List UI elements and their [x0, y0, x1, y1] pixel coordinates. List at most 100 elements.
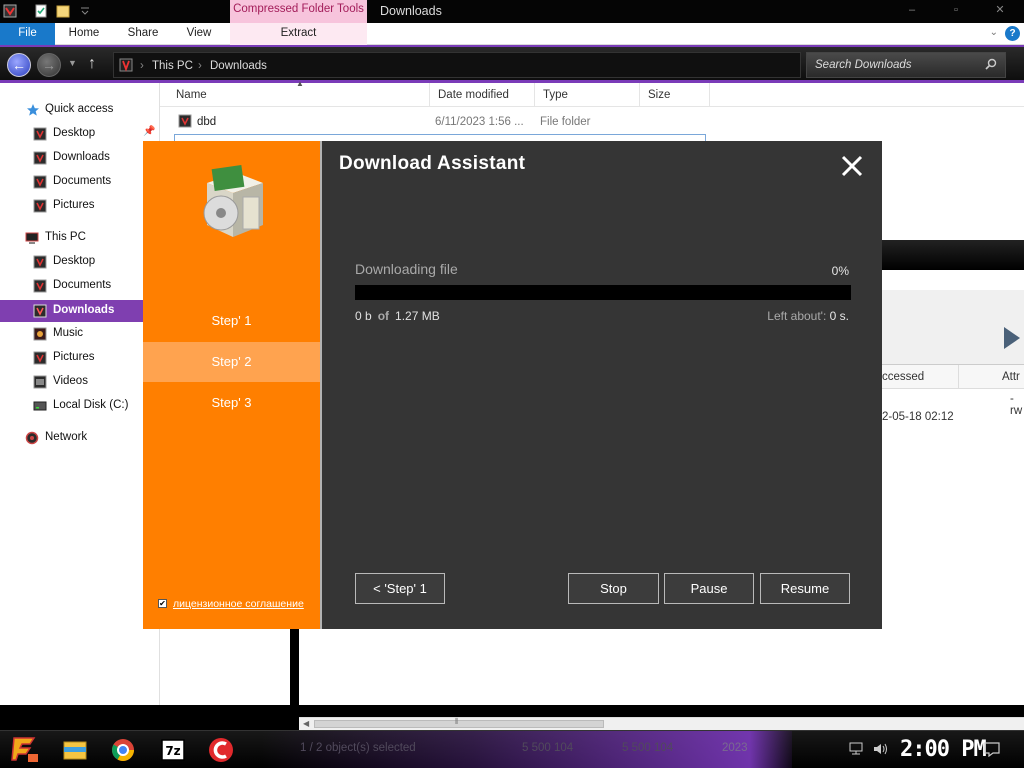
stop-button[interactable]: Stop: [568, 573, 659, 604]
nav-pc-pictures[interactable]: Pictures: [0, 347, 160, 369]
column-accessed[interactable]: ccessed: [882, 371, 924, 383]
search-input[interactable]: Search Downloads: [806, 52, 1006, 78]
start-button-icon[interactable]: [8, 734, 42, 766]
step-2[interactable]: Step' 2: [143, 342, 320, 382]
nav-label: Desktop: [53, 255, 96, 267]
location-icon: [119, 58, 133, 72]
maximize-button[interactable]: ▫: [936, 2, 976, 20]
previous-step-button[interactable]: < 'Step' 1: [355, 573, 445, 604]
help-icon[interactable]: ?: [1005, 26, 1020, 41]
tab-view[interactable]: View: [176, 23, 222, 45]
play-arrow-icon[interactable]: [1004, 327, 1020, 349]
tab-share[interactable]: Share: [118, 23, 168, 45]
nav-this-pc[interactable]: This PC: [0, 227, 160, 249]
file-explorer-icon[interactable]: [55, 734, 95, 766]
ghost-status-selection: 1 / 2 object(s) selected: [300, 742, 416, 754]
pause-button[interactable]: Pause: [664, 573, 754, 604]
resume-button[interactable]: Resume: [760, 573, 850, 604]
download-progress-bar: [355, 285, 851, 300]
expand-ribbon-icon[interactable]: ⌄: [990, 27, 998, 38]
cell-attributes: -rw: [1010, 393, 1023, 417]
scroll-left-icon[interactable]: ◀: [303, 719, 309, 728]
of-label: of: [377, 309, 390, 323]
minimize-button[interactable]: –: [892, 2, 932, 20]
nav-qa-pictures[interactable]: Pictures: [0, 195, 160, 217]
chrome-icon[interactable]: [103, 734, 143, 766]
step-3[interactable]: Step' 3: [143, 383, 320, 423]
close-icon[interactable]: [838, 152, 866, 180]
tab-home[interactable]: Home: [58, 23, 110, 45]
sort-ascending-icon: ▲: [296, 79, 304, 88]
music-icon: [33, 327, 47, 341]
close-window-button[interactable]: ✕: [980, 2, 1020, 20]
nav-qa-downloads[interactable]: Downloads: [0, 147, 160, 169]
breadcrumb-separator-icon: ›: [198, 60, 202, 72]
nav-pc-desktop[interactable]: Desktop: [0, 251, 160, 273]
tab-extract[interactable]: Extract: [230, 23, 367, 45]
installer-box-icon: [203, 165, 263, 237]
scrollbar-thumb[interactable]: ⦀: [314, 717, 604, 728]
nav-pc-videos[interactable]: Videos: [0, 371, 160, 393]
license-checkbox[interactable]: ✔: [158, 599, 167, 608]
background-window-band: [880, 270, 1024, 290]
video-icon: [33, 375, 47, 389]
nav-label: Network: [45, 431, 88, 443]
breadcrumb-separator-icon: ›: [140, 60, 144, 72]
nav-label: Music: [53, 327, 84, 339]
customize-qa-chevron-icon[interactable]: [78, 4, 92, 18]
folder-icon: [178, 114, 192, 128]
step-1[interactable]: Step' 1: [143, 301, 320, 341]
folder-icon: [33, 255, 47, 269]
downloading-label: Downloading file: [355, 261, 458, 277]
nav-pc-downloads[interactable]: Downloads: [0, 300, 160, 322]
total-size: 1.27 MB: [395, 309, 440, 323]
back-button[interactable]: ←: [7, 53, 31, 77]
app-icon[interactable]: [3, 4, 17, 18]
column-attributes[interactable]: Attr: [1002, 371, 1020, 383]
folder-icon: [33, 304, 47, 318]
notification-icon[interactable]: [984, 741, 1000, 757]
ghost-status-size-b: 5 500 104: [622, 742, 674, 754]
nav-label: Downloads: [53, 151, 110, 163]
address-field[interactable]: › This PC › Downloads: [113, 52, 801, 78]
dialog-title: Download Assistant: [339, 153, 526, 174]
column-size[interactable]: Size: [640, 83, 710, 107]
ghost-status-size-a: 5 500 104: [522, 742, 574, 754]
nav-qa-documents[interactable]: Documents: [0, 171, 160, 193]
volume-icon[interactable]: [872, 742, 888, 756]
ccleaner-icon[interactable]: [201, 734, 241, 766]
tab-file[interactable]: File: [0, 23, 55, 45]
network-tray-icon[interactable]: [848, 742, 864, 756]
folder-icon: [33, 127, 47, 141]
license-link[interactable]: лицензионное соглашение: [173, 598, 304, 610]
nav-label: Quick access: [45, 103, 114, 115]
nav-pc-documents[interactable]: Documents: [0, 275, 160, 297]
horizontal-scrollbar[interactable]: ◀ ⦀: [299, 717, 1024, 730]
background-window-header: ccessed Attr: [880, 365, 1024, 389]
nav-quick-access[interactable]: Quick access: [0, 99, 160, 121]
nav-pc-music[interactable]: Music: [0, 323, 160, 345]
navigation-pane: Quick access Desktop 📌 Downloads Documen…: [0, 83, 160, 705]
breadcrumb-downloads[interactable]: Downloads: [210, 60, 267, 72]
folder-icon: [33, 151, 47, 165]
breadcrumb-this-pc[interactable]: This PC: [152, 60, 193, 72]
properties-icon[interactable]: [34, 4, 48, 18]
file-type: File folder: [540, 116, 591, 128]
column-type[interactable]: Type: [535, 83, 640, 107]
download-size: 0 b of 1.27 MB: [355, 309, 440, 323]
table-row[interactable]: dbd 6/11/2023 1:56 ... File folder: [160, 113, 1024, 133]
forward-button[interactable]: →: [37, 53, 61, 77]
7zip-icon[interactable]: 7z: [153, 734, 193, 766]
nav-pc-local-disk[interactable]: Local Disk (C:): [0, 395, 160, 417]
up-arrow-icon[interactable]: ↑: [88, 55, 96, 73]
folder-icon: [33, 199, 47, 213]
pin-icon[interactable]: 📌: [143, 126, 155, 137]
nav-network[interactable]: Network: [0, 427, 160, 449]
time-left: Left about': 0 s.: [767, 309, 849, 323]
time-left-label: Left about':: [767, 309, 827, 323]
nav-qa-desktop[interactable]: Desktop 📌: [0, 123, 160, 145]
taskbar-clock[interactable]: 2:00 PM: [900, 737, 987, 762]
recent-locations-chevron-icon[interactable]: ▼: [68, 58, 77, 68]
column-date-modified[interactable]: Date modified: [430, 83, 535, 107]
new-folder-icon[interactable]: [56, 4, 70, 18]
